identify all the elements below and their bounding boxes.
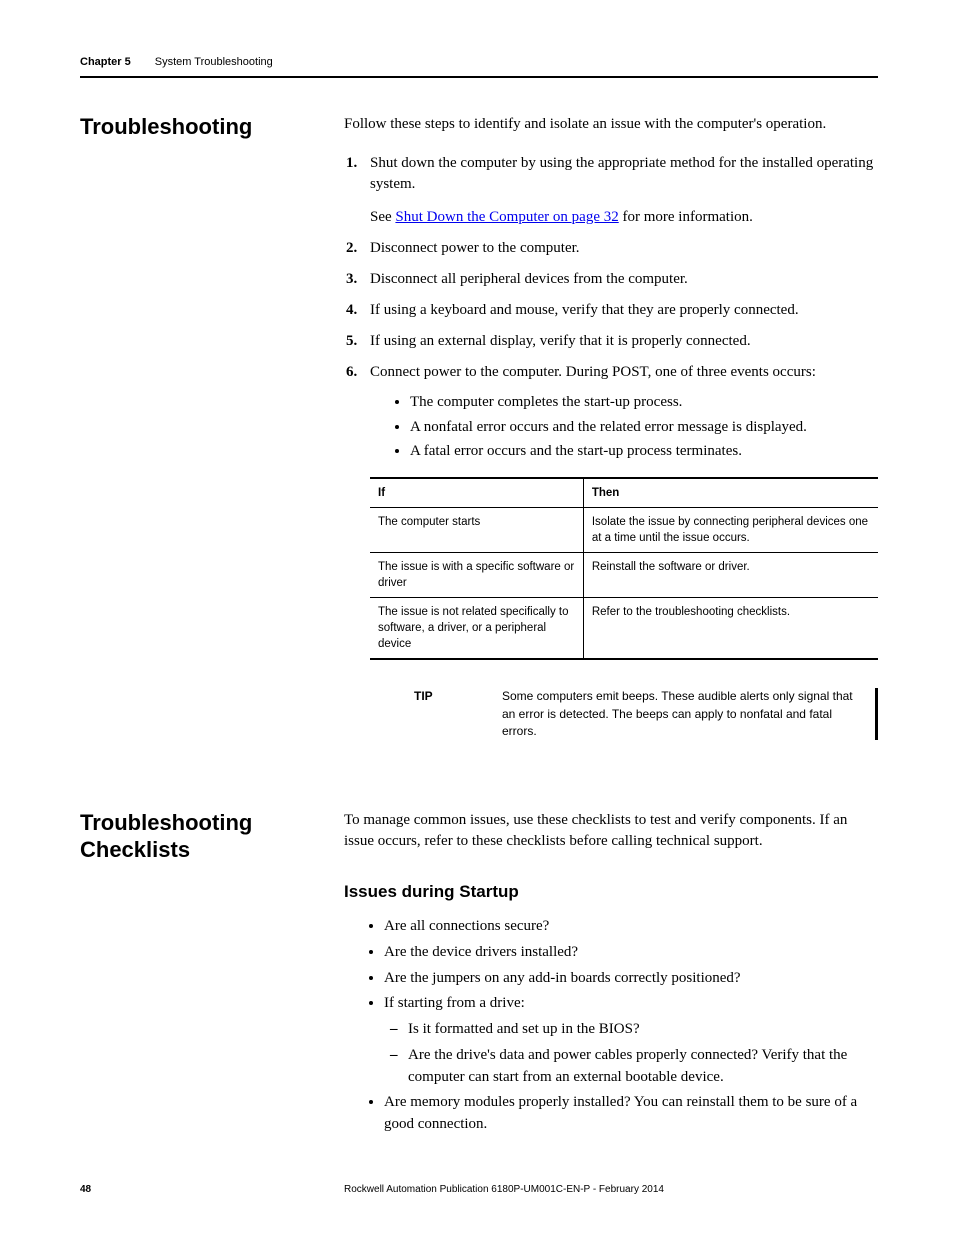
issues-startup-heading: Issues during Startup [344, 880, 878, 904]
if-then-table: If Then The computer starts Isolate the … [370, 477, 878, 661]
dash-item: Is it formatted and set up in the BIOS? [408, 1019, 878, 1041]
step-6-text: Connect power to the computer. During PO… [370, 364, 816, 380]
step-6-bullet-2: A nonfatal error occurs and the related … [410, 416, 878, 439]
tip-block: TIP Some computers emit beeps. These aud… [414, 688, 878, 740]
steps-list: Shut down the computer by using the appr… [344, 153, 878, 740]
step-6-bullet-3: A fatal error occurs and the start-up pr… [410, 440, 878, 463]
table-row: The computer starts Isolate the issue by… [370, 507, 878, 552]
step-1: Shut down the computer by using the appr… [370, 153, 878, 228]
section-intro: Follow these steps to identify and isola… [344, 114, 878, 135]
step-3: Disconnect all peripheral devices from t… [370, 269, 878, 290]
page-footer: 48 Rockwell Automation Publication 6180P… [80, 1184, 878, 1195]
tip-text: Some computers emit beeps. These audible… [502, 688, 865, 740]
table-row: The issue is not related specifically to… [370, 597, 878, 659]
list-item-text: If starting from a drive: [384, 995, 525, 1011]
table-header-then: Then [583, 478, 878, 508]
table-cell: Isolate the issue by connecting peripher… [583, 507, 878, 552]
step-1-post: for more information. [619, 209, 753, 225]
step-2: Disconnect power to the computer. [370, 238, 878, 259]
startup-checklist: Are all connections secure? Are the devi… [344, 916, 878, 1136]
list-item: Are all connections secure? [384, 916, 878, 938]
step-5: If using an external display, verify tha… [370, 331, 878, 352]
step-4: If using a keyboard and mouse, verify th… [370, 300, 878, 321]
chapter-title: System Troubleshooting [155, 56, 273, 68]
page-header: Chapter 5 System Troubleshooting [80, 56, 878, 68]
table-cell: Refer to the troubleshooting checklists. [583, 597, 878, 659]
table-cell: The computer starts [370, 507, 583, 552]
table-cell: The issue is not related specifically to… [370, 597, 583, 659]
chapter-label: Chapter 5 [80, 56, 131, 68]
section-title: Troubleshooting [80, 114, 344, 140]
header-rule [80, 76, 878, 78]
step-1-text: Shut down the computer by using the appr… [370, 155, 873, 192]
table-cell: The issue is with a specific software or… [370, 552, 583, 597]
list-item: If starting from a drive: Is it formatte… [384, 993, 878, 1088]
page-number: 48 [80, 1184, 344, 1195]
list-item: Are the jumpers on any add-in boards cor… [384, 968, 878, 990]
dash-item: Are the drive's data and power cables pr… [408, 1045, 878, 1089]
step-1-pre: See [370, 209, 395, 225]
step-6: Connect power to the computer. During PO… [370, 362, 878, 740]
section-checklists: Troubleshooting Checklists To manage com… [80, 810, 878, 1140]
checklists-intro: To manage common issues, use these check… [344, 810, 878, 852]
tip-label: TIP [414, 688, 502, 740]
section-troubleshooting: Troubleshooting Follow these steps to id… [80, 114, 878, 750]
step-6-bullet-1: The computer completes the start-up proc… [410, 391, 878, 414]
publication-info: Rockwell Automation Publication 6180P-UM… [344, 1184, 878, 1195]
table-row: The issue is with a specific software or… [370, 552, 878, 597]
step-1-subtext: See Shut Down the Computer on page 32 fo… [370, 207, 878, 228]
sub-dash-list: Is it formatted and set up in the BIOS? … [384, 1019, 878, 1088]
table-header-row: If Then [370, 478, 878, 508]
shutdown-link[interactable]: Shut Down the Computer on page 32 [395, 209, 618, 225]
table-cell: Reinstall the software or driver. [583, 552, 878, 597]
step-6-bullets: The computer completes the start-up proc… [370, 391, 878, 463]
list-item: Are the device drivers installed? [384, 942, 878, 964]
table-header-if: If [370, 478, 583, 508]
section-title-checklists: Troubleshooting Checklists [80, 810, 344, 863]
list-item: Are memory modules properly installed? Y… [384, 1092, 878, 1136]
